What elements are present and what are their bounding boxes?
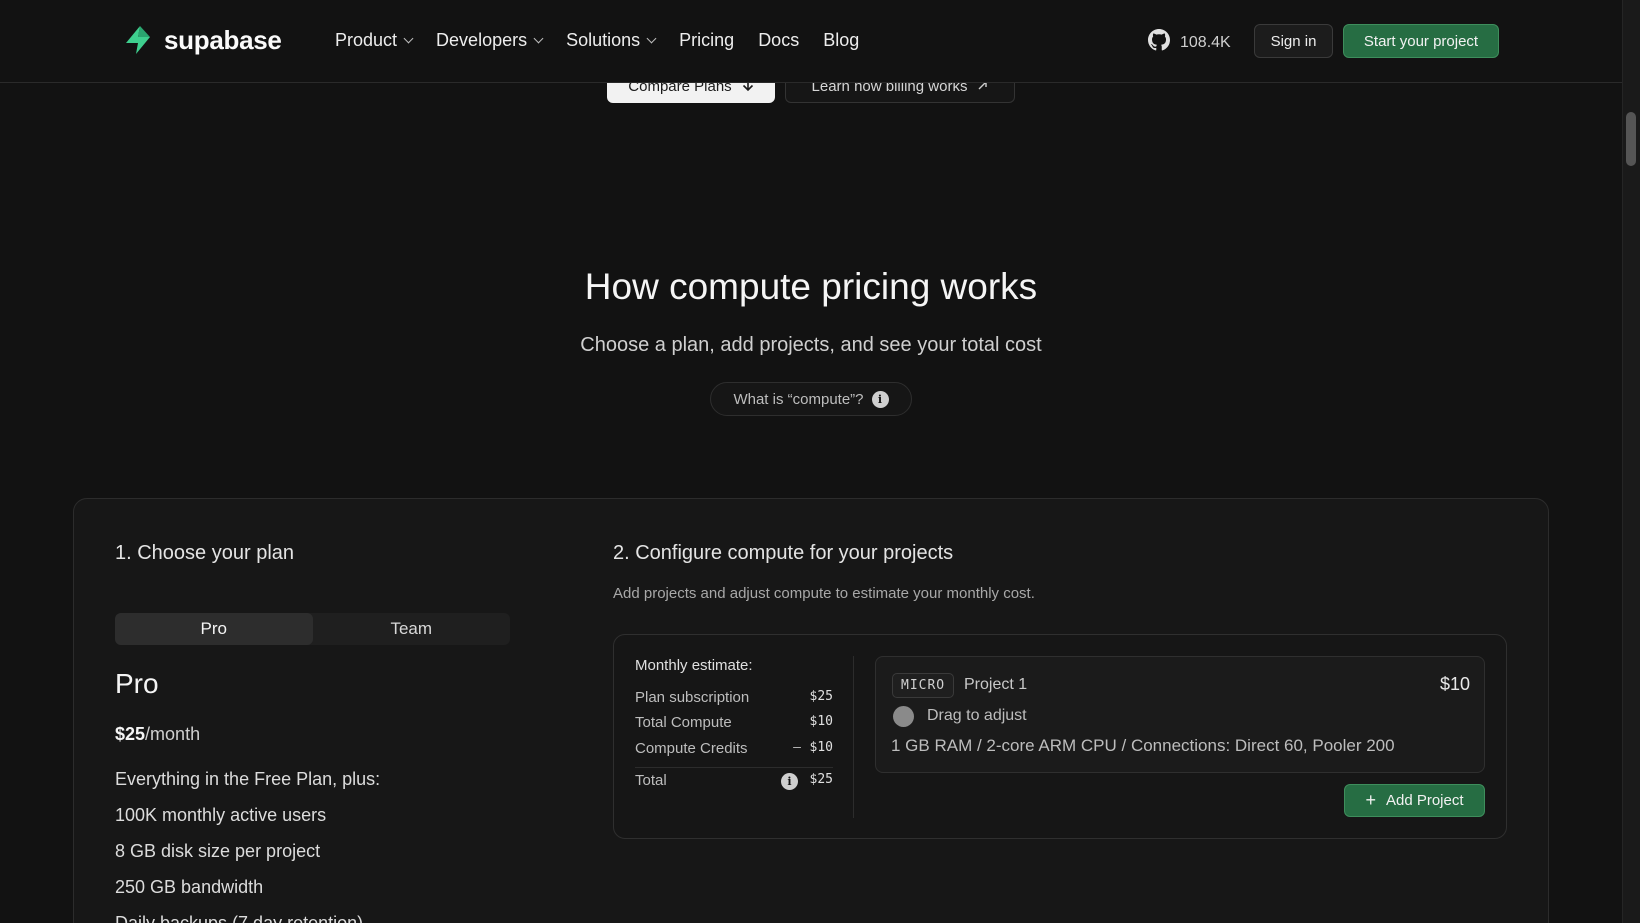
nav-pricing-label: Pricing (679, 30, 735, 50)
plan-option-pro[interactable]: Pro (115, 613, 313, 645)
monthly-estimate-heading: Monthly estimate: (635, 657, 753, 674)
scrollbar-thumb[interactable] (1626, 112, 1636, 166)
nav-links: Product Developers Solutions Pricing Doc… (335, 30, 859, 51)
nav-solutions[interactable]: Solutions (566, 30, 657, 51)
estimate-row-credits: Compute Credits – $10 (635, 740, 833, 757)
chevron-down-icon (533, 33, 544, 44)
compute-size-badge: MICRO (892, 673, 955, 698)
plus-icon: + (1365, 789, 1376, 810)
plan-toggle: Pro Team (115, 613, 510, 645)
brand-logo[interactable]: supabase (122, 24, 282, 56)
project-name: Project 1 (964, 676, 1028, 693)
nav-docs[interactable]: Docs (758, 30, 799, 51)
estimate-row-plan: Plan subscription $25 (635, 689, 833, 706)
plan-feature: Daily backups (7 day retention) (115, 913, 364, 923)
estimate-row-label: Plan subscription (635, 689, 750, 706)
estimate-row-value: $25 (809, 689, 833, 704)
estimate-total-label: Total (635, 772, 667, 789)
chevron-down-icon (646, 33, 657, 44)
choose-plan-heading: 1. Choose your plan (115, 542, 295, 564)
estimate-row-compute: Total Compute $10 (635, 714, 833, 731)
compute-specs: 1 GB RAM / 2-core ARM CPU / Connections:… (891, 736, 1395, 755)
nav-developers[interactable]: Developers (436, 30, 544, 51)
total-info-icon[interactable]: i (781, 773, 798, 790)
estimate-row-total: Total i $25 (635, 772, 833, 790)
supabase-bolt-icon (122, 24, 154, 56)
section-title: How compute pricing works (584, 266, 1038, 307)
plan-feature: Everything in the Free Plan, plus: (115, 769, 381, 789)
estimate-divider (635, 767, 833, 768)
estimate-row-value: $10 (809, 714, 833, 729)
sign-in-button[interactable]: Sign in (1254, 24, 1333, 58)
compute-slider-handle[interactable] (893, 706, 914, 727)
nav-blog-label: Blog (823, 30, 860, 50)
plan-name: Pro (115, 668, 159, 699)
page: Compare Plans Learn how billing works su… (0, 0, 1640, 923)
configure-compute-description: Add projects and adjust compute to estim… (613, 585, 1035, 602)
estimate-row-label: Total Compute (635, 714, 732, 731)
github-stars-link[interactable]: 108.4K (1148, 29, 1231, 56)
info-icon: i (871, 390, 889, 408)
section-subtitle: Choose a plan, add projects, and see you… (580, 334, 1042, 356)
nav-solutions-label: Solutions (566, 30, 641, 50)
add-project-button[interactable]: + Add Project (1344, 784, 1485, 817)
estimate-total-value: $25 (809, 772, 833, 787)
estimate-row-minus: – (793, 740, 801, 755)
start-project-button[interactable]: Start your project (1343, 24, 1499, 58)
plan-option-team[interactable]: Team (313, 613, 511, 645)
nav-blog[interactable]: Blog (823, 30, 859, 51)
nav-pricing[interactable]: Pricing (679, 30, 734, 51)
nav-developers-label: Developers (436, 30, 528, 50)
plan-feature: 250 GB bandwidth (115, 877, 264, 897)
configure-compute-heading: 2. Configure compute for your projects (613, 542, 954, 564)
what-is-compute-button[interactable]: What is “compute”? i (710, 382, 912, 416)
chevron-down-icon (403, 33, 414, 44)
project-price: $10 (1439, 674, 1470, 694)
estimate-row-value: $10 (809, 740, 833, 755)
top-navigation: supabase Product Developers Solutions Pr… (0, 0, 1622, 83)
estimate-row-label: Compute Credits (635, 740, 748, 757)
plan-price: $25/month (115, 724, 200, 745)
github-icon (1148, 29, 1170, 56)
add-project-label: Add Project (1385, 792, 1464, 809)
nav-product-label: Product (335, 30, 398, 50)
brand-name: supabase (164, 24, 282, 55)
github-stars-count: 108.4K (1180, 33, 1231, 51)
plan-feature: 8 GB disk size per project (115, 841, 321, 861)
plan-feature: 100K monthly active users (115, 805, 327, 825)
what-is-compute-label: What is “compute”? (733, 390, 864, 408)
estimate-separator (853, 656, 854, 818)
nav-product[interactable]: Product (335, 30, 414, 51)
plan-price-suffix: /month (145, 724, 201, 744)
slider-hint: Drag to adjust (927, 707, 1027, 724)
nav-docs-label: Docs (758, 30, 800, 50)
plan-price-amount: $25 (115, 724, 146, 744)
